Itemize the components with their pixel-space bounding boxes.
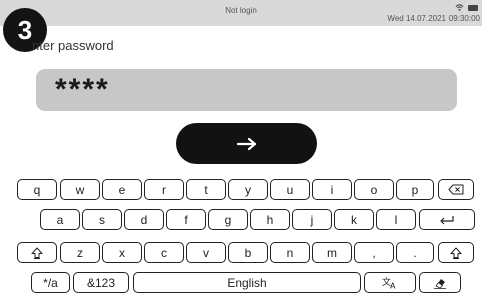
backspace-icon <box>448 184 464 195</box>
key-b[interactable]: b <box>228 242 268 263</box>
key-q[interactable]: q <box>17 179 57 200</box>
key-n[interactable]: n <box>270 242 310 263</box>
svg-text:A: A <box>390 282 396 290</box>
prompt-label: nter password <box>32 38 114 53</box>
key-p[interactable]: p <box>396 179 434 200</box>
password-field[interactable]: **** <box>36 69 457 111</box>
eraser-icon <box>434 278 446 289</box>
backspace-key[interactable] <box>438 179 474 200</box>
shift-icon <box>450 247 462 259</box>
key-f[interactable]: f <box>166 209 206 230</box>
key-v[interactable]: v <box>186 242 226 263</box>
key-j[interactable]: j <box>292 209 332 230</box>
keyboard: q w e r t y u i o p a s d f g h j k l z … <box>0 174 482 297</box>
status-bar: Not login Wed 14.07.2021 09:30:00 <box>0 0 482 26</box>
space-key[interactable]: English <box>133 272 361 293</box>
key-w[interactable]: w <box>60 179 100 200</box>
enter-key[interactable] <box>419 209 475 230</box>
key-u[interactable]: u <box>270 179 310 200</box>
shift-key-right[interactable] <box>438 242 474 263</box>
translate-icon: 文 A <box>382 276 396 290</box>
key-z[interactable]: z <box>60 242 100 263</box>
status-date: Wed 14.07.2021 <box>387 14 446 23</box>
key-e[interactable]: e <box>102 179 142 200</box>
status-time: 09:30:00 <box>448 14 480 23</box>
key-t[interactable]: t <box>186 179 226 200</box>
key-x[interactable]: x <box>102 242 142 263</box>
key-s[interactable]: s <box>82 209 122 230</box>
key-y[interactable]: y <box>228 179 268 200</box>
key-period[interactable]: . <box>396 242 434 263</box>
eraser-key[interactable] <box>419 272 461 293</box>
shift-icon <box>31 247 43 259</box>
enter-icon <box>440 215 454 224</box>
shift-key-left[interactable] <box>17 242 57 263</box>
key-g[interactable]: g <box>208 209 248 230</box>
symbols-key[interactable]: */a <box>31 272 70 293</box>
key-a[interactable]: a <box>40 209 80 230</box>
password-value: **** <box>55 73 110 106</box>
key-l[interactable]: l <box>376 209 416 230</box>
key-d[interactable]: d <box>124 209 164 230</box>
key-h[interactable]: h <box>250 209 290 230</box>
wifi-icon <box>455 4 464 11</box>
key-m[interactable]: m <box>312 242 352 263</box>
key-comma[interactable]: , <box>354 242 394 263</box>
key-i[interactable]: i <box>312 179 352 200</box>
battery-icon <box>468 5 478 11</box>
numbers-key[interactable]: &123 <box>73 272 129 293</box>
key-k[interactable]: k <box>334 209 374 230</box>
submit-button[interactable] <box>176 123 317 164</box>
translate-key[interactable]: 文 A <box>364 272 416 293</box>
arrow-right-icon <box>236 137 256 150</box>
key-c[interactable]: c <box>144 242 184 263</box>
key-r[interactable]: r <box>144 179 184 200</box>
key-o[interactable]: o <box>354 179 394 200</box>
